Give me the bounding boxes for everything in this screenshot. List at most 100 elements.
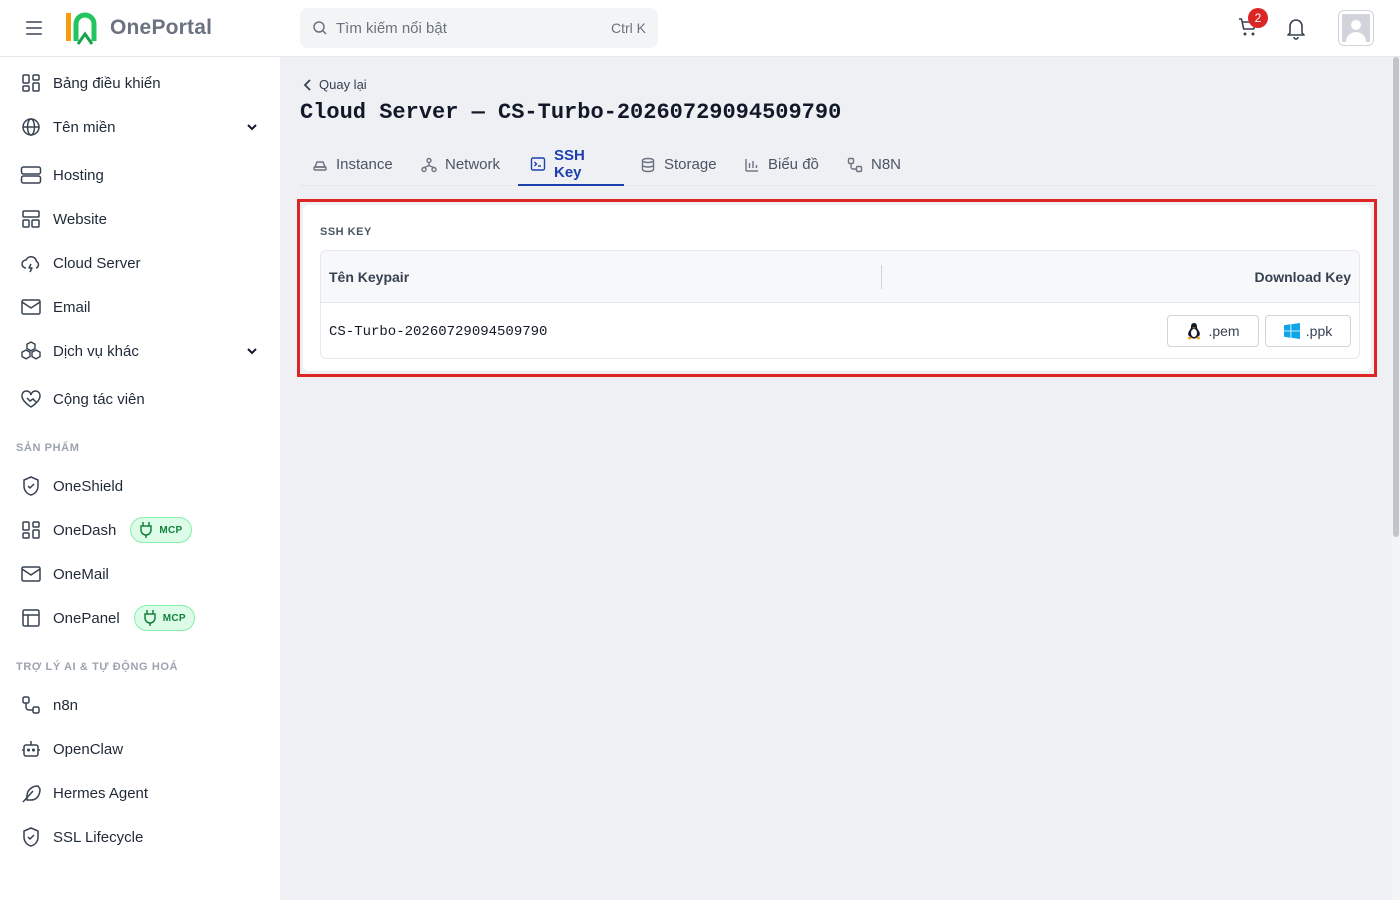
shield-icon [20, 475, 42, 497]
scrollbar-thumb[interactable] [1393, 57, 1399, 537]
column-header-download: Download Key [1254, 269, 1351, 285]
boxes-icon [20, 340, 42, 362]
ssh-key-table: Tên Keypair Download Key CS-Turbo-202607… [320, 250, 1360, 359]
sidebar-item-label: Dịch vụ khác [53, 342, 139, 360]
tab-network[interactable]: Network [409, 143, 512, 186]
tab-charts[interactable]: Biểu đồ [732, 143, 831, 186]
tab-n8n[interactable]: N8N [835, 143, 913, 186]
windows-icon [1283, 323, 1300, 339]
cart-count-badge: 2 [1248, 8, 1268, 28]
handshake-icon [20, 388, 42, 410]
menu-toggle-button[interactable] [26, 17, 48, 39]
sidebar-item-label: n8n [53, 696, 79, 714]
layout-icon [20, 208, 42, 230]
panel-title: SSH KEY [320, 226, 372, 238]
server-icon [20, 164, 42, 186]
section-heading-ai: TRỢ LÝ AI & TỰ ĐỘNG HOÁ [16, 661, 179, 673]
sidebar-item-label: OpenClaw [53, 740, 124, 758]
linux-icon [1187, 323, 1201, 340]
logo[interactable]: OnePortal [64, 10, 212, 46]
terminal-icon [530, 156, 546, 171]
sidebar-item-hosting[interactable]: Hosting [0, 155, 280, 195]
bell-icon [1287, 19, 1305, 40]
user-avatar-icon [1342, 14, 1370, 42]
sidebar-item-website[interactable]: Website [0, 199, 280, 239]
sidebar-item-label: OneShield [53, 477, 124, 495]
sidebar-item-onedash[interactable]: OneDash MCP [0, 510, 280, 550]
sidebar-item-dashboard[interactable]: Bảng điều khiển [0, 63, 280, 103]
search-shortcut: Ctrl K [611, 20, 646, 36]
logo-mark-icon [66, 12, 97, 45]
page-title: Cloud Server — CS-Turbo-2026072909450979… [300, 100, 842, 125]
keypair-name: CS-Turbo-20260729094509790 [329, 324, 548, 340]
sidebar-item-label: Email [53, 298, 91, 316]
workflow-icon [20, 694, 42, 716]
sidebar-item-label: Cloud Server [53, 254, 141, 272]
mail-icon [20, 563, 42, 585]
sidebar-item-hermes-agent[interactable]: Hermes Agent [0, 773, 280, 813]
sidebar-item-n8n[interactable]: n8n [0, 685, 280, 725]
sidebar-item-label: OnePanel [53, 609, 120, 627]
sidebar-item-label: Cộng tác viên [53, 390, 145, 408]
sidebar-item-email[interactable]: Email [0, 287, 280, 327]
sidebar-item-oneshield[interactable]: OneShield [0, 466, 280, 506]
plug-icon [140, 522, 153, 538]
bot-icon [20, 738, 42, 760]
sidebar-item-label: Tên miền [53, 118, 116, 136]
tab-ssh-key[interactable]: SSH Key [518, 143, 624, 186]
sidebar-item-other-services[interactable]: Dịch vụ khác [0, 331, 280, 371]
ssh-key-panel: SSH KEY Tên Keypair Download Key CS-Turb… [297, 199, 1377, 377]
sidebar-item-domains[interactable]: Tên miền [0, 107, 280, 147]
tab-bar: Instance Network SSH Key Storage Biểu đồ… [300, 143, 1375, 186]
tab-instance[interactable]: Instance [300, 143, 405, 186]
sidebar-item-onepanel[interactable]: OnePanel MCP [0, 598, 280, 638]
sidebar-item-label: Hosting [53, 166, 104, 184]
column-header-keypair: Tên Keypair [329, 269, 410, 285]
network-icon [421, 157, 437, 172]
download-pem-button[interactable]: .pem [1167, 315, 1259, 347]
feather-icon [20, 782, 42, 804]
sidebar-item-onemail[interactable]: OneMail [0, 554, 280, 594]
logo-text: OnePortal [110, 16, 213, 39]
section-heading-products: SẢN PHẨM [16, 442, 80, 454]
chevron-left-icon [303, 78, 311, 91]
chevron-down-icon [247, 348, 257, 355]
mail-icon [20, 296, 42, 318]
back-label: Quay lại [319, 77, 367, 92]
dashboard-icon [20, 519, 42, 541]
plug-icon [143, 610, 156, 626]
sidebar-item-label: OneMail [53, 565, 109, 583]
workflow-icon [847, 157, 863, 172]
search-placeholder: Tìm kiếm nổi bật [336, 19, 447, 37]
sidebar-item-cloud-server[interactable]: Cloud Server [0, 243, 280, 283]
sidebar-item-label: SSL Lifecycle [53, 828, 144, 846]
bar-chart-icon [745, 158, 758, 172]
database-icon [641, 157, 655, 172]
sidebar-item-label: OneDash [53, 521, 117, 539]
notifications-button[interactable] [1285, 16, 1307, 40]
sidebar-item-ssl-lifecycle[interactable]: SSL Lifecycle [0, 817, 280, 857]
avatar[interactable] [1338, 10, 1374, 46]
shield-check-icon [20, 826, 42, 848]
top-bar: OnePortal Tìm kiếm nổi bật Ctrl K 2 [0, 0, 1400, 57]
sidebar-item-affiliates[interactable]: Cộng tác viên [0, 379, 280, 419]
back-link[interactable]: Quay lại [303, 77, 367, 92]
column-divider [881, 265, 882, 289]
panel-icon [20, 607, 42, 629]
mcp-badge: MCP [133, 605, 195, 631]
page-scrollbar[interactable] [1392, 57, 1400, 900]
sidebar-item-label: Bảng điều khiển [53, 74, 161, 92]
dashboard-icon [20, 72, 42, 94]
search-input[interactable]: Tìm kiếm nổi bật Ctrl K [300, 8, 658, 48]
sidebar-item-label: Hermes Agent [53, 784, 149, 802]
sidebar-item-label: Website [53, 210, 107, 228]
sidebar-item-openclaw[interactable]: OpenClaw [0, 729, 280, 769]
tab-storage[interactable]: Storage [628, 143, 729, 186]
chevron-down-icon [247, 124, 257, 131]
download-ppk-button[interactable]: .ppk [1265, 315, 1351, 347]
cloud-icon [20, 252, 42, 274]
mcp-badge: MCP [130, 517, 192, 543]
instance-icon [313, 160, 327, 171]
table-header: Tên Keypair Download Key [321, 251, 1359, 303]
search-icon [313, 21, 327, 35]
